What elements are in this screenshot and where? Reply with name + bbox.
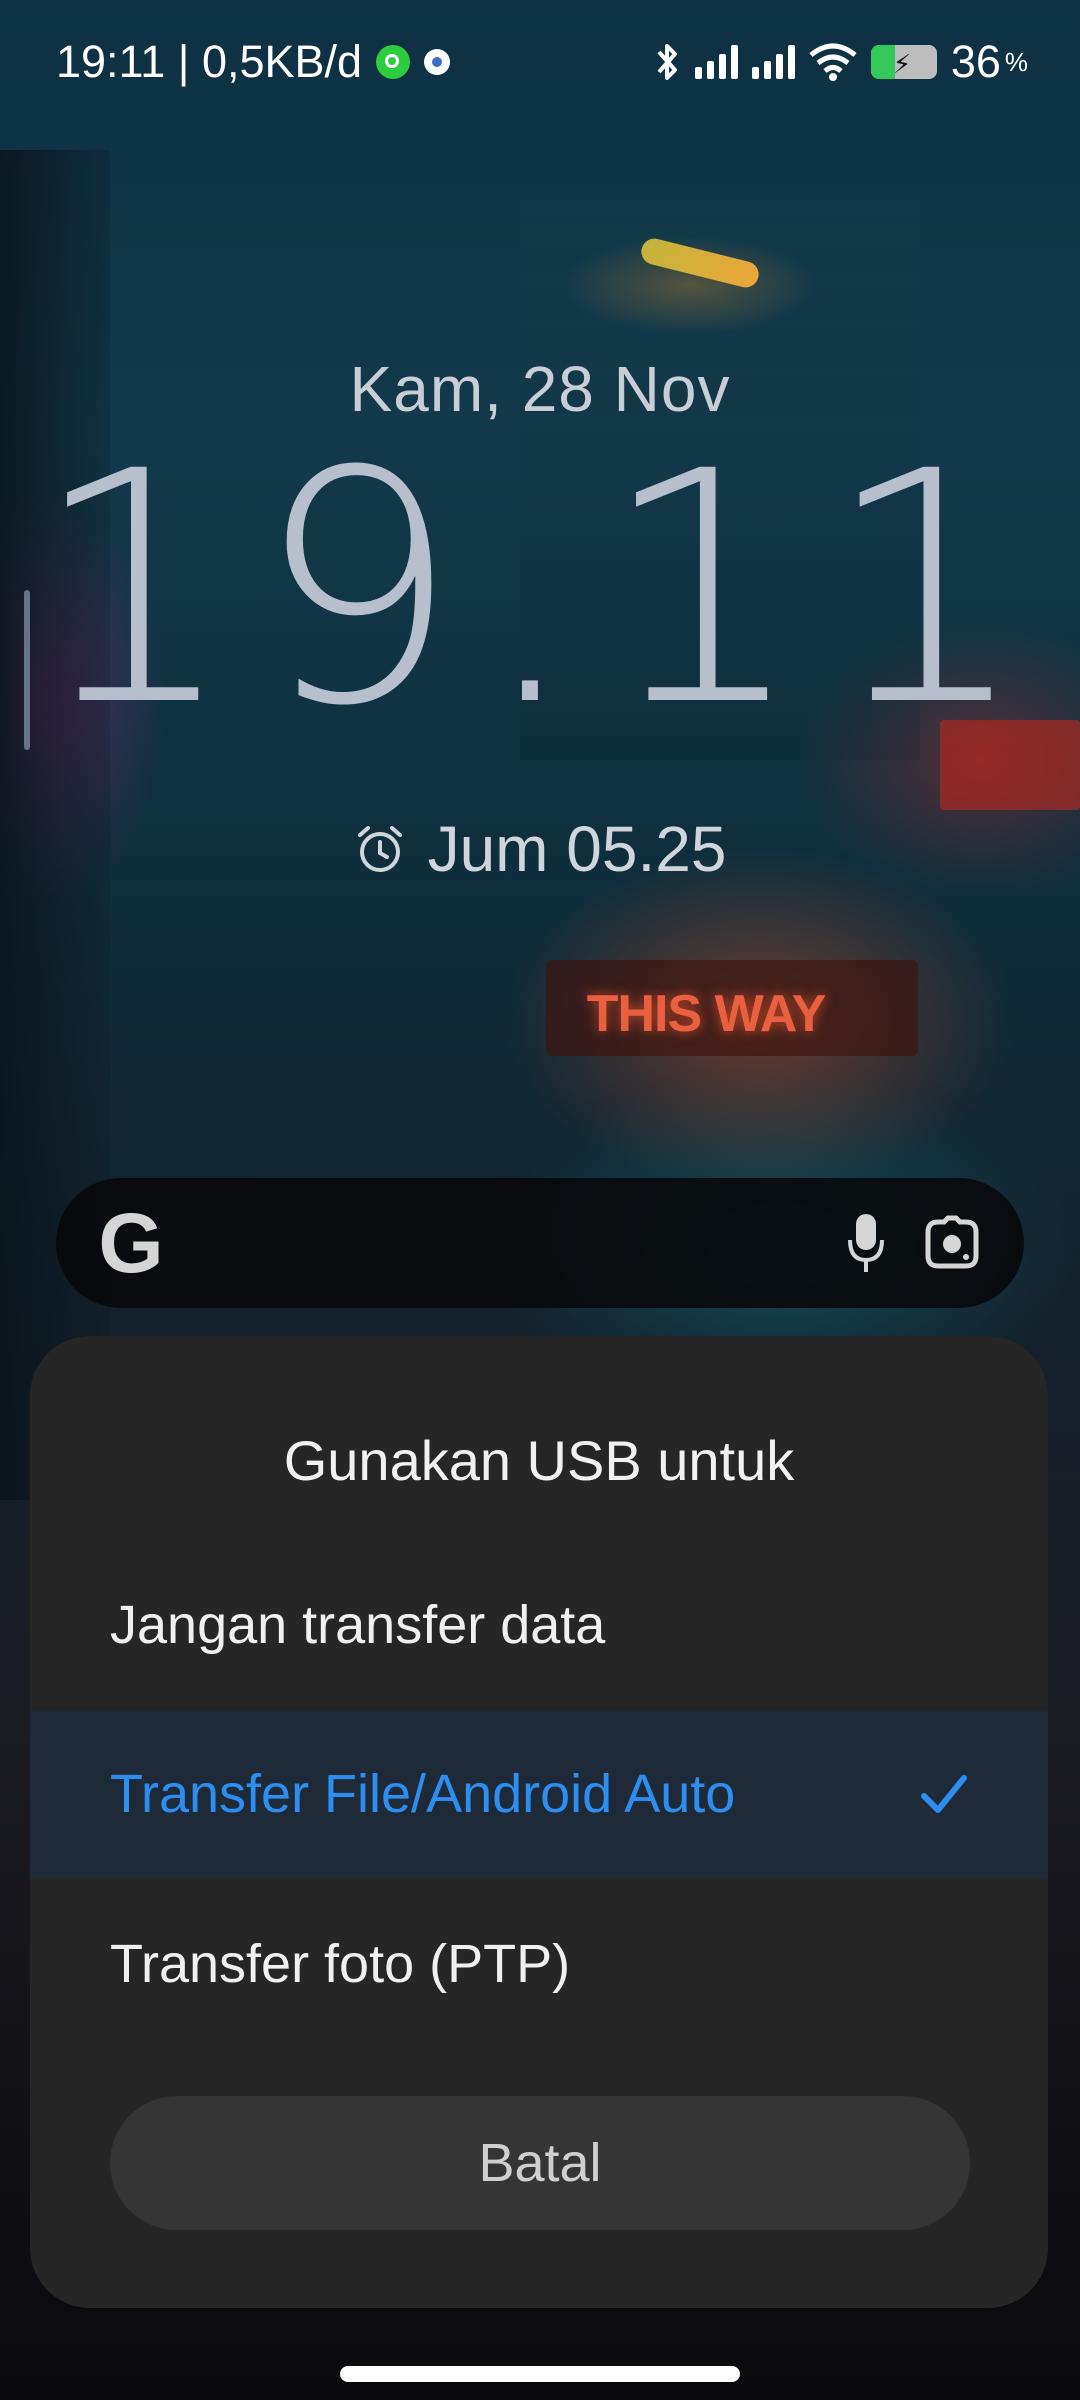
option-label: Jangan transfer data (110, 1595, 606, 1655)
signal-icon (694, 45, 738, 79)
signal-icon (751, 45, 795, 79)
option-label: Transfer foto (PTP) (110, 1934, 571, 1994)
google-lens-icon[interactable] (922, 1214, 982, 1274)
battery-percent-sign: % (1004, 46, 1028, 77)
option-label: Transfer File/Android Auto (110, 1764, 736, 1824)
option-file-transfer-android-auto[interactable]: Transfer File/Android Auto (30, 1710, 1048, 1878)
status-bar: 19:11 | 0,5KB/d ⚡ 36 % (0, 0, 1080, 130)
battery-charging-icon: ⚡ (870, 45, 937, 79)
option-no-data-transfer[interactable]: Jangan transfer data (30, 1541, 1048, 1709)
google-logo: G (98, 1196, 164, 1290)
bluetooth-icon (657, 44, 677, 80)
mic-icon[interactable] (846, 1212, 886, 1276)
next-alarm: Jum 05.25 (0, 812, 1080, 886)
option-photo-transfer-ptp[interactable]: Transfer foto (PTP) (30, 1880, 1048, 2048)
battery-percent: 36 (950, 36, 1001, 87)
status-time-speed: 19:11 | 0,5KB/d (56, 36, 363, 87)
checkmark-icon (921, 1775, 967, 1813)
next-alarm-text: Jum 05.25 (427, 813, 727, 885)
settings-notification-icon (424, 49, 451, 75)
wifi-icon (809, 43, 857, 81)
usb-options-layer: Jangan transfer data Transfer File/Andro… (30, 1336, 1048, 2308)
home-indicator[interactable] (340, 2366, 740, 2382)
cancel-button[interactable]: Batal (110, 2096, 970, 2230)
lockscreen-clock: 19.11 (31, 404, 1049, 776)
whatsapp-icon (376, 45, 411, 79)
alarm-clock-icon (357, 826, 402, 872)
wallpaper-neon-text: THIS WAY (586, 985, 827, 1043)
google-search-bar[interactable]: G (56, 1178, 1024, 1308)
